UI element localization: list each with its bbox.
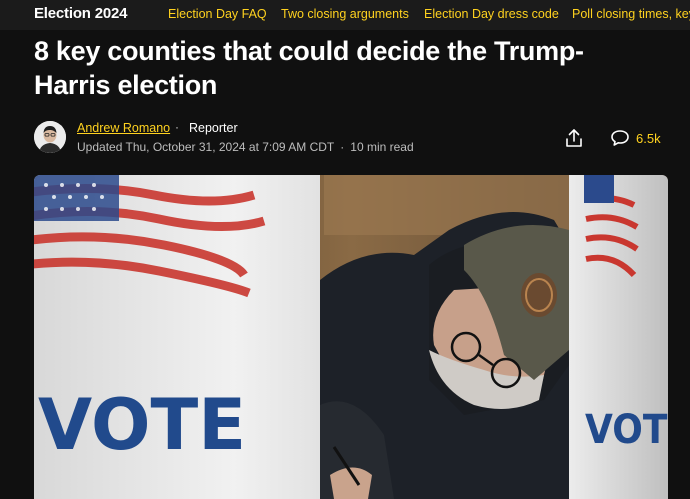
author-name-link[interactable]: Andrew Romano	[77, 121, 170, 135]
nav-link-election-day-faq[interactable]: Election Day FAQ	[168, 7, 267, 21]
booth-vote-label-right: VOTE	[585, 406, 668, 452]
article-meta: Updated Thu, October 31, 2024 at 7:09 AM…	[77, 140, 414, 154]
updated-timestamp: Updated Thu, October 31, 2024 at 7:09 AM…	[77, 140, 335, 154]
booth-vote-label-left: VOTE	[38, 384, 246, 466]
author-role: Reporter	[189, 121, 238, 135]
share-button[interactable]	[563, 127, 585, 149]
article-headline: 8 key counties that could decide the Tru…	[34, 36, 584, 100]
section-title[interactable]: Election 2024	[34, 5, 127, 22]
top-nav-bar: Election 2024 Election Day FAQ Two closi…	[0, 0, 690, 30]
nav-link-two-closing-arguments[interactable]: Two closing arguments	[281, 7, 409, 21]
comments-button[interactable]: 6.5k	[610, 128, 661, 148]
nav-link-election-day-dress-code[interactable]: Election Day dress code	[424, 7, 559, 21]
read-time: 10 min read	[350, 140, 414, 154]
author-avatar[interactable]	[34, 121, 66, 153]
article-hero-photo[interactable]: VOTE VOTE	[34, 175, 668, 499]
meta-separator: ·	[340, 140, 345, 154]
share-icon	[566, 129, 582, 147]
byline-separator: ·	[175, 120, 179, 134]
comment-count: 6.5k	[636, 130, 661, 146]
nav-link-poll-closing-times[interactable]: Poll closing times, key	[572, 7, 690, 21]
comment-bubble-icon	[611, 130, 629, 146]
voter-in-booth-image: VOTE VOTE	[34, 175, 668, 499]
